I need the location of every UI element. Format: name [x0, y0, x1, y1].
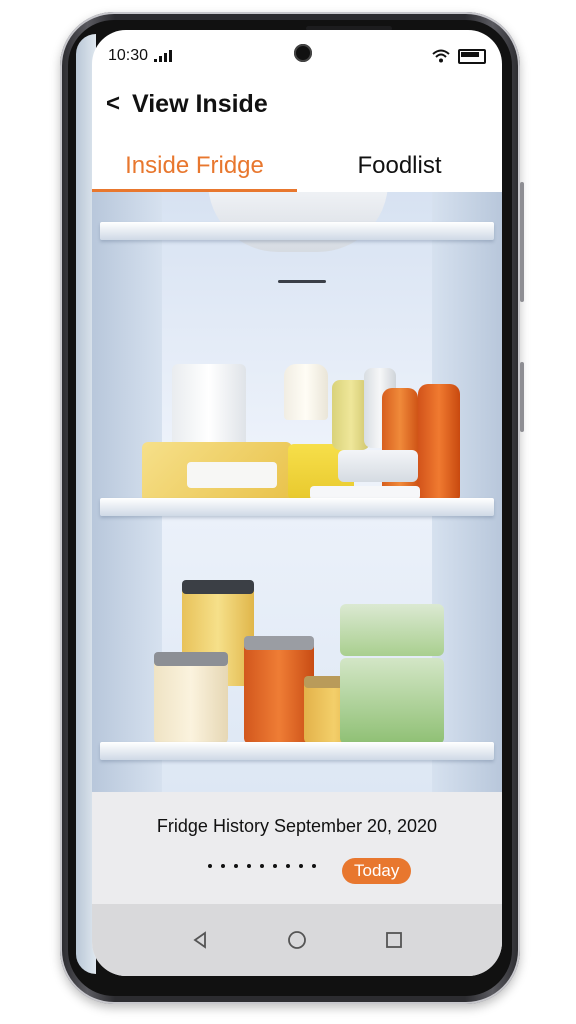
history-timeline — [208, 864, 316, 868]
tab-bar: Inside Fridge Foodlist — [92, 140, 502, 192]
timeline-dot[interactable] — [221, 864, 225, 868]
orange-juice-bottle-1 — [382, 388, 418, 500]
cucumber-container-top — [340, 604, 444, 656]
garlic-jar-lid — [154, 652, 228, 666]
timeline-dot[interactable] — [247, 864, 251, 868]
volume-button — [520, 182, 524, 302]
timeline-dot[interactable] — [299, 864, 303, 868]
top-shelf — [100, 222, 494, 240]
screen: 10:30 < View Inside Inside Fridge Foodli… — [92, 30, 502, 976]
fridge-history-label: Fridge History September 20, 2020 — [156, 816, 438, 836]
power-button — [520, 362, 524, 432]
middle-shelf — [100, 498, 494, 516]
page-title: View Inside — [132, 89, 268, 118]
white-container — [172, 364, 246, 450]
back-icon[interactable]: < — [106, 92, 120, 116]
status-time: 10:30 — [108, 47, 149, 64]
lemon-jar-lid — [182, 580, 254, 594]
timeline-dot[interactable] — [273, 864, 277, 868]
orange-juice-bottle-2 — [418, 384, 460, 500]
garlic-jar — [154, 654, 228, 744]
stacked-containers — [338, 450, 418, 482]
fridge-camera-view — [92, 192, 502, 792]
battery-icon — [458, 48, 486, 64]
fridge-history-panel: Fridge History September 20, 2020 Today — [92, 792, 502, 904]
nav-recents-icon[interactable] — [384, 930, 404, 950]
tab-inside-fridge[interactable]: Inside Fridge — [92, 140, 297, 192]
cucumber-container-bottom — [340, 658, 444, 744]
tab-foodlist[interactable]: Foodlist — [297, 140, 502, 192]
butter-pack — [187, 462, 277, 488]
wifi-icon — [432, 49, 450, 63]
fridge-light-handle — [278, 280, 326, 283]
bottom-shelf — [100, 742, 494, 760]
carrot-jar-lid — [244, 636, 314, 650]
timeline-dot[interactable] — [286, 864, 290, 868]
signal-icon — [154, 50, 173, 62]
android-nav-bar — [92, 904, 502, 976]
page-header: < View Inside — [92, 82, 502, 126]
timeline-dot[interactable] — [312, 864, 316, 868]
timeline-dot[interactable] — [208, 864, 212, 868]
timeline-dot[interactable] — [234, 864, 238, 868]
nav-back-icon[interactable] — [190, 930, 210, 950]
front-camera-icon — [294, 44, 312, 62]
milk-bottle — [284, 364, 328, 420]
today-button[interactable]: Today — [342, 858, 412, 884]
nav-home-icon[interactable] — [286, 929, 308, 951]
timeline-dot[interactable] — [260, 864, 264, 868]
